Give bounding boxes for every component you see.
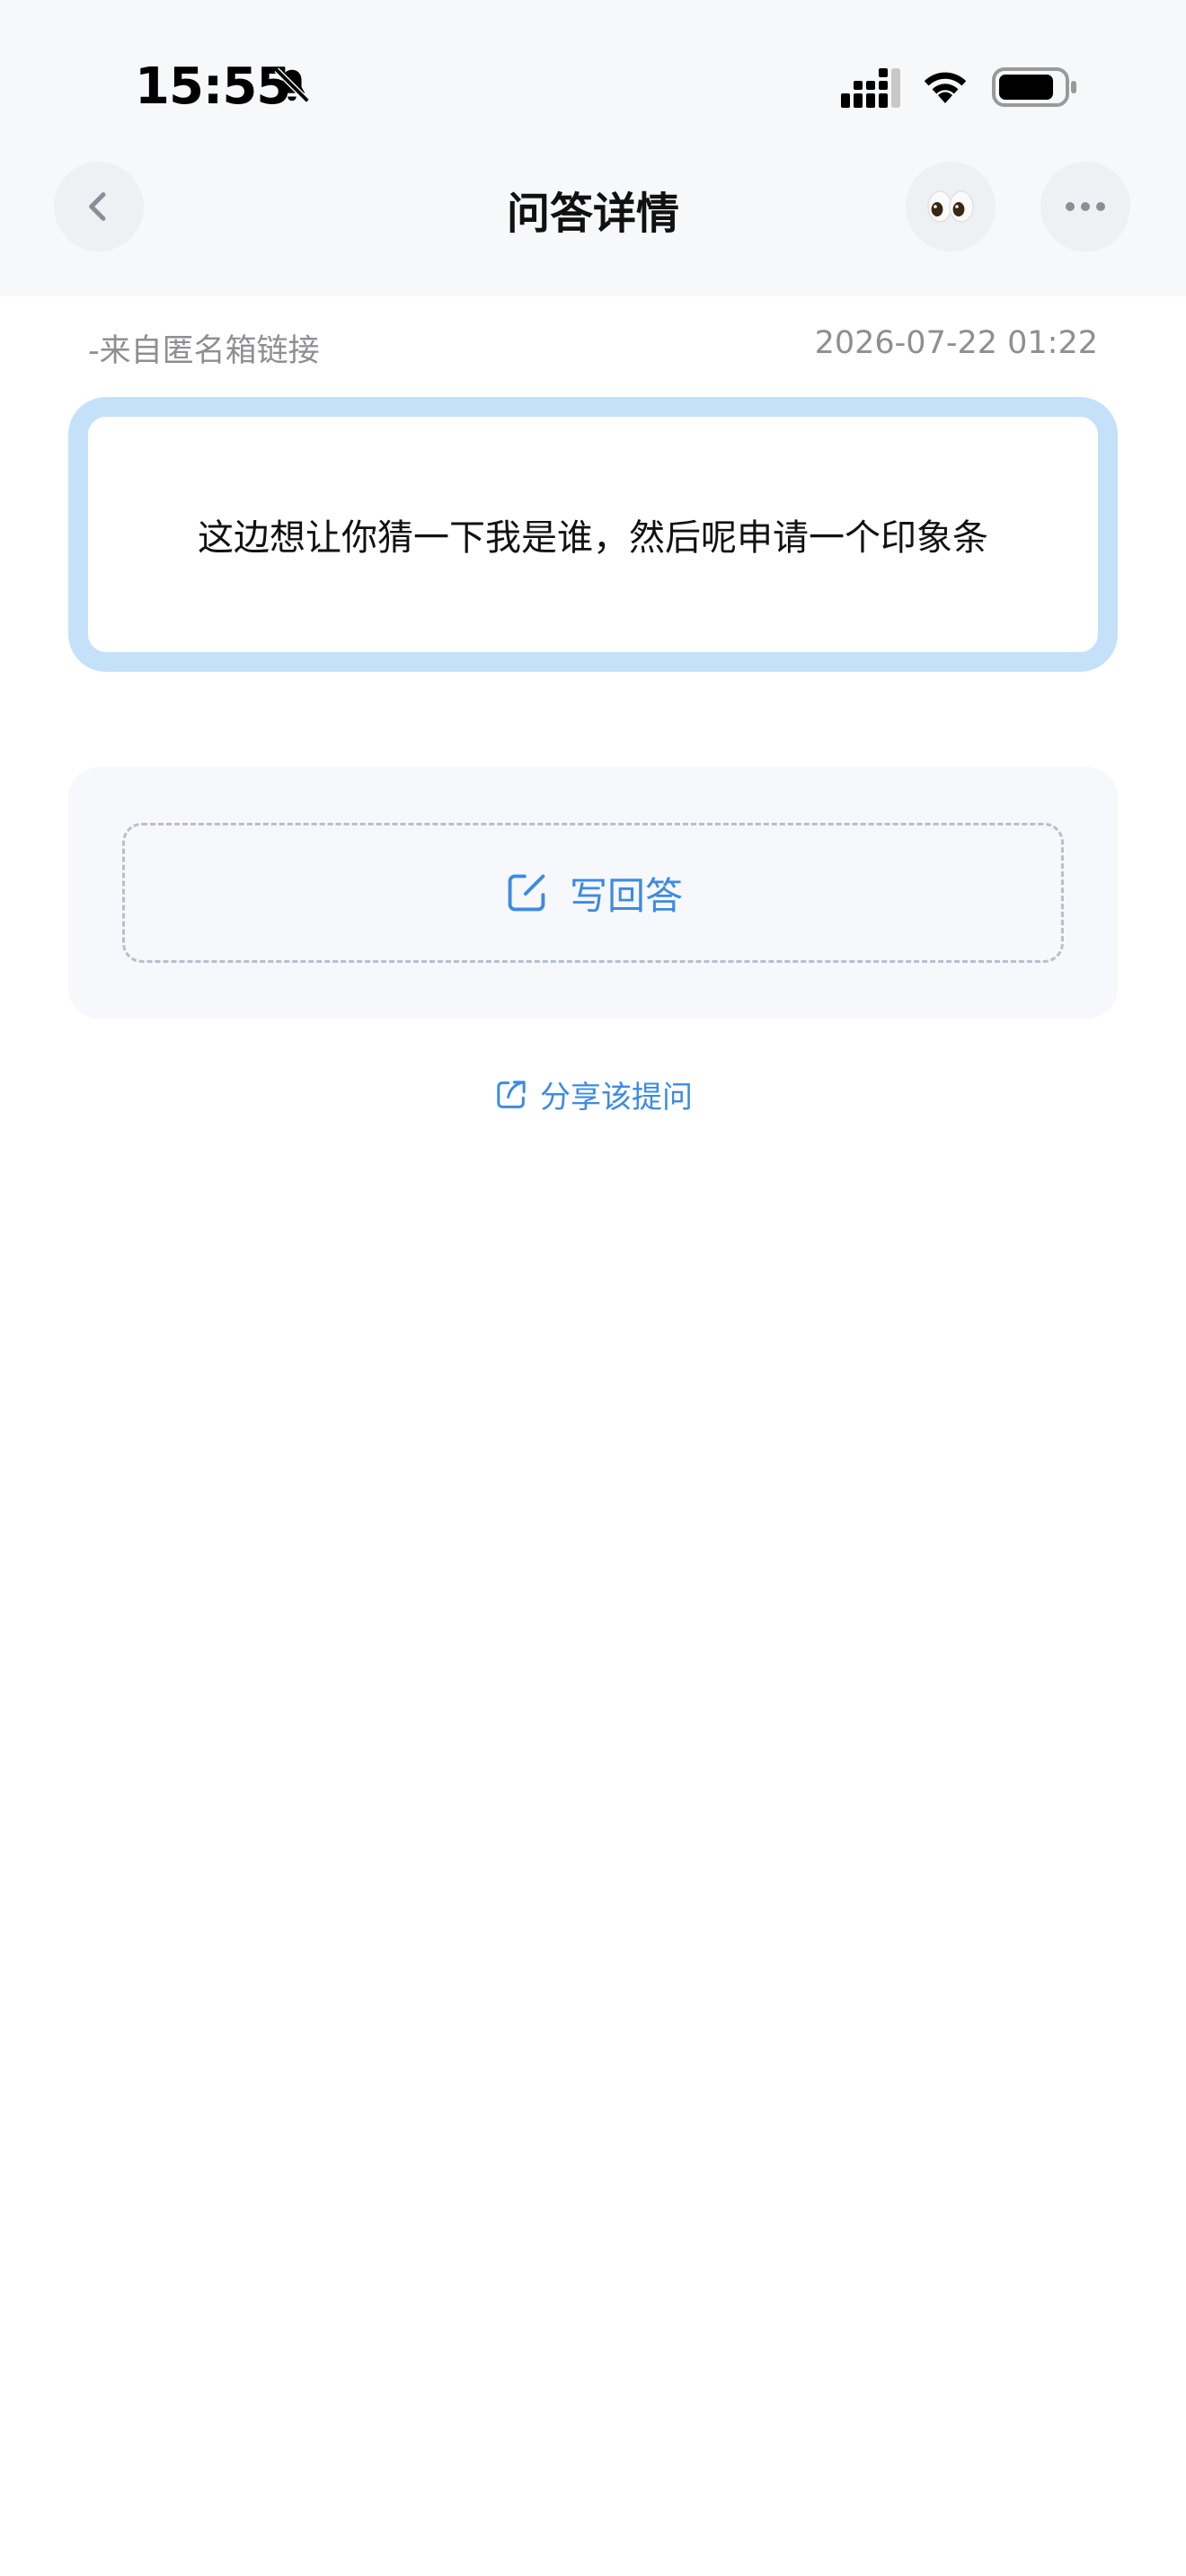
question-timestamp: 2026-07-22 01:22	[814, 325, 1098, 361]
page-title: 问答详情	[506, 189, 679, 239]
battery-icon	[992, 67, 1076, 107]
write-answer-button[interactable]: 写回答	[122, 823, 1064, 963]
question-source: -来自匿名箱链接	[88, 333, 320, 369]
more-dots-icon	[1066, 202, 1105, 211]
more-button[interactable]	[1040, 162, 1130, 251]
bell-off-icon	[274, 67, 310, 103]
answer-panel: 写回答	[68, 767, 1118, 1019]
share-icon	[497, 1080, 526, 1108]
signal-icon	[841, 68, 900, 108]
question-card: 这边想让你猜一下我是谁，然后呢申请一个印象条	[68, 397, 1118, 672]
wifi-icon	[924, 72, 967, 103]
share-question-link[interactable]: 分享该提问	[0, 1072, 1186, 1116]
status-time: 15:55	[135, 57, 291, 116]
edit-icon	[508, 874, 545, 912]
header-area	[0, 0, 1186, 296]
eyes-icon	[927, 190, 974, 223]
question-text: 这边想让你猜一下我是谁，然后呢申请一个印象条	[198, 517, 988, 559]
share-question-label: 分享该提问	[540, 1080, 693, 1116]
write-answer-label: 写回答	[569, 873, 683, 918]
eyes-button[interactable]	[906, 162, 996, 251]
